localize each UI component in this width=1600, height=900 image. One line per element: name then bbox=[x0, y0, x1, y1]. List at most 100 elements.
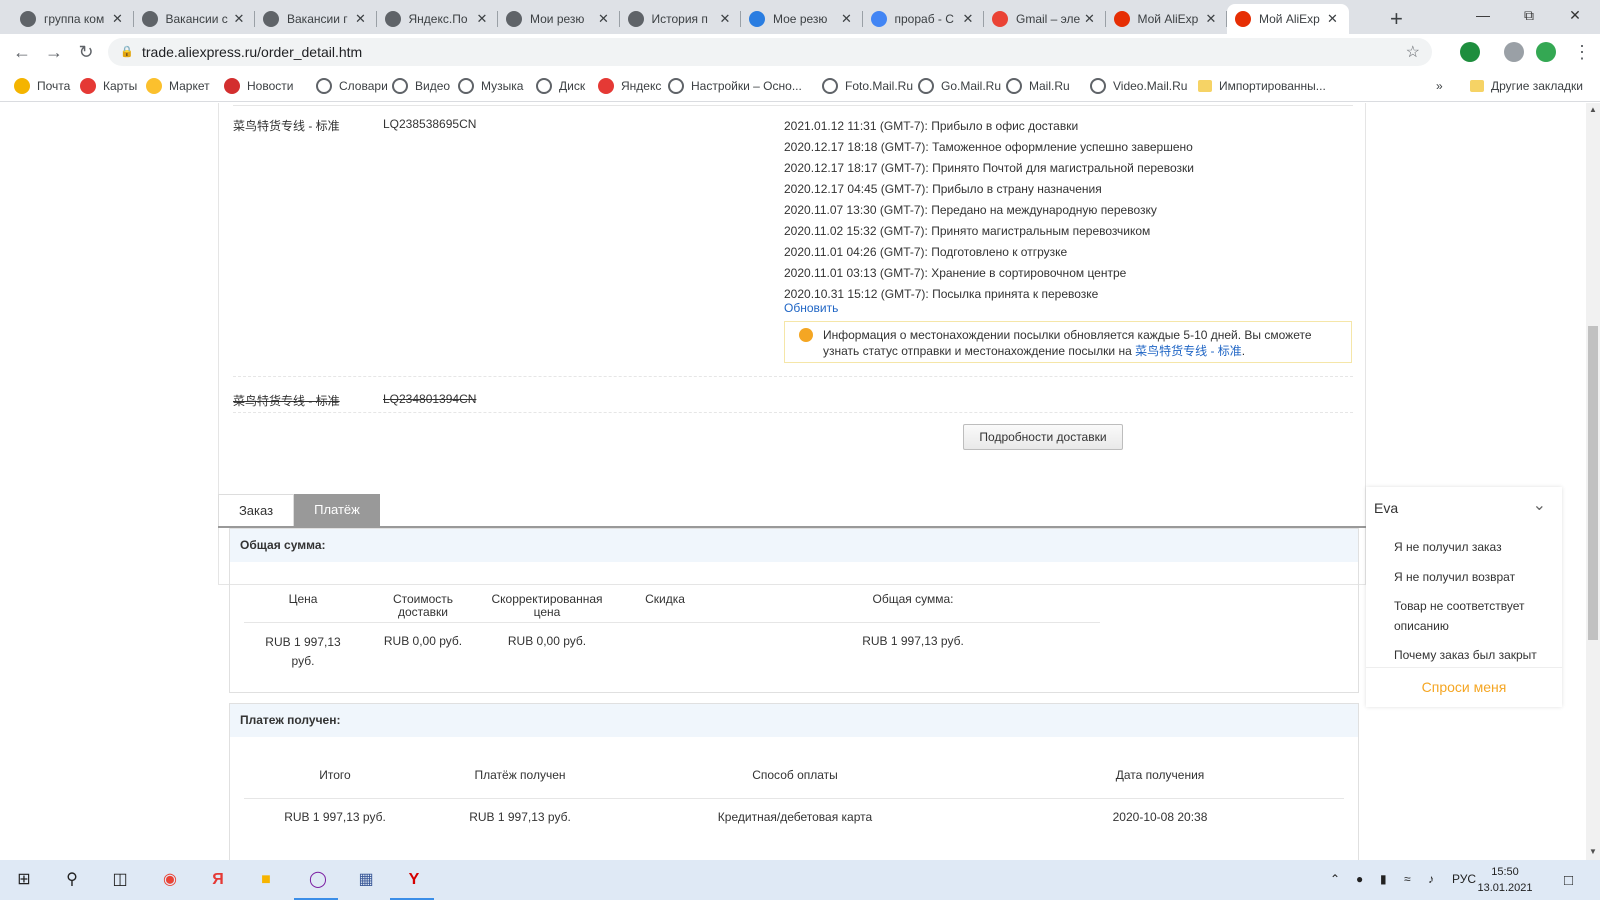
bookmark-label: Видео bbox=[415, 79, 451, 93]
browser-tab[interactable]: прораб - С ✕ bbox=[863, 4, 985, 34]
restore-button[interactable]: ⧉ bbox=[1506, 0, 1552, 30]
shipping-details-button[interactable]: Подробности доставки bbox=[963, 424, 1123, 450]
close-tab-icon[interactable]: ✕ bbox=[717, 11, 733, 27]
file-explorer-icon[interactable]: ■ bbox=[254, 868, 278, 892]
bookmarks-overflow-icon[interactable]: » bbox=[1436, 76, 1443, 96]
close-tab-icon[interactable]: ✕ bbox=[1325, 11, 1341, 27]
profile-icon[interactable] bbox=[1504, 42, 1524, 62]
bookmark-item[interactable]: Импортированны... bbox=[1198, 76, 1326, 96]
wifi-icon[interactable]: ≈ bbox=[1404, 872, 1411, 886]
close-tab-icon[interactable]: ✕ bbox=[1082, 11, 1098, 27]
info-text-end: . bbox=[1241, 344, 1246, 358]
bookmark-label: Яндекс bbox=[621, 79, 662, 93]
carrier-link[interactable]: 菜鸟特货专线 - 标准 bbox=[1135, 344, 1242, 358]
scrollbar-thumb[interactable] bbox=[1588, 326, 1598, 640]
tracking-event: 2020.12.17 04:45 (GMT-7): Прибыло в стра… bbox=[784, 182, 1102, 196]
bookmark-label: Foto.Mail.Ru bbox=[845, 79, 914, 93]
search-icon[interactable]: ⚲ bbox=[60, 868, 84, 892]
browser-tab[interactable]: Gmail – эле ✕ bbox=[984, 4, 1106, 34]
bookmark-item[interactable]: Почта bbox=[14, 76, 70, 96]
new-tab-button[interactable]: + bbox=[1390, 6, 1403, 32]
yandex-browser-alt-icon[interactable]: Y bbox=[402, 868, 426, 892]
lightbulb-icon bbox=[799, 328, 813, 342]
task-view-icon[interactable]: ◫ bbox=[108, 868, 132, 892]
browser-tab[interactable]: Вакансии г ✕ bbox=[255, 4, 377, 34]
battery-icon[interactable]: ▮ bbox=[1380, 872, 1387, 886]
bookmark-item[interactable]: Mail.Ru bbox=[1006, 76, 1070, 96]
bookmark-star-icon[interactable]: ☆ bbox=[1406, 42, 1420, 62]
shield-extension-icon[interactable] bbox=[1536, 42, 1556, 62]
menu-icon[interactable]: ⋮ bbox=[1570, 40, 1594, 64]
browser-tab[interactable]: Яндекс.По ✕ bbox=[377, 4, 499, 34]
close-tab-icon[interactable]: ✕ bbox=[839, 11, 855, 27]
adblock-extension-icon[interactable] bbox=[1460, 42, 1480, 62]
bookmark-item[interactable]: Маркет bbox=[146, 76, 210, 96]
minimize-button[interactable]: — bbox=[1460, 0, 1506, 30]
close-tab-icon[interactable]: ✕ bbox=[110, 11, 126, 27]
yandex-icon[interactable]: Я bbox=[206, 868, 230, 892]
col-header-price: Цена bbox=[288, 592, 318, 606]
microphone-icon[interactable]: ● bbox=[1356, 872, 1363, 886]
system-clock[interactable]: 15:50 13.01.2021 bbox=[1476, 864, 1534, 896]
bookmark-item[interactable]: Настройки – Осно... bbox=[668, 76, 802, 96]
clock-time: 15:50 bbox=[1491, 866, 1519, 878]
tab-payment[interactable]: Платёж bbox=[294, 494, 380, 526]
news-icon bbox=[224, 78, 240, 94]
divider bbox=[233, 376, 1353, 377]
chat-question[interactable]: Товар не соответствует описанию bbox=[1394, 596, 1554, 636]
tab-title: История п bbox=[651, 12, 708, 26]
close-tab-icon[interactable]: ✕ bbox=[596, 11, 612, 27]
show-hidden-icons-icon[interactable]: ⌃ bbox=[1330, 872, 1340, 886]
bookmark-item[interactable]: Словари bbox=[316, 76, 388, 96]
bookmark-item[interactable]: Яндекс bbox=[598, 76, 661, 96]
back-icon[interactable]: ← bbox=[10, 40, 34, 64]
chevron-down-icon[interactable]: ⌄ bbox=[1533, 495, 1546, 515]
close-tab-icon[interactable]: ✕ bbox=[474, 11, 490, 27]
bookmark-label: Настройки – Осно... bbox=[691, 79, 802, 93]
close-tab-icon[interactable]: ✕ bbox=[353, 11, 369, 27]
globe-icon bbox=[263, 11, 279, 27]
chat-question[interactable]: Я не получил возврат bbox=[1394, 567, 1554, 587]
browser-tab[interactable]: группа ком ✕ bbox=[12, 4, 134, 34]
chat-question[interactable]: Почему заказ был закрыт bbox=[1394, 645, 1554, 665]
yandex-browser-icon[interactable]: ◯ bbox=[306, 868, 330, 892]
scroll-up-icon[interactable]: ▲ bbox=[1588, 105, 1598, 114]
calculator-icon[interactable]: ▦ bbox=[354, 868, 378, 892]
ask-me-button[interactable]: Спроси меня bbox=[1366, 667, 1562, 707]
close-tab-icon[interactable]: ✕ bbox=[1203, 11, 1219, 27]
tab-title: прораб - С bbox=[894, 12, 954, 26]
bookmark-item[interactable]: Новости bbox=[224, 76, 293, 96]
bookmark-item[interactable]: Foto.Mail.Ru bbox=[822, 76, 913, 96]
close-window-button[interactable]: ✕ bbox=[1552, 0, 1598, 30]
chrome-icon[interactable]: ◉ bbox=[158, 868, 182, 892]
windows-start-icon[interactable]: ⊞ bbox=[12, 868, 36, 892]
browser-tab[interactable]: Мой AliExp ✕ bbox=[1106, 4, 1228, 34]
value-payment-received: RUB 1 997,13 руб. bbox=[469, 810, 571, 824]
forward-icon[interactable]: → bbox=[42, 40, 66, 64]
notifications-icon[interactable]: □ bbox=[1564, 872, 1573, 889]
bookmark-item[interactable]: Музыка bbox=[458, 76, 523, 96]
chat-question[interactable]: Я не получил заказ bbox=[1394, 537, 1554, 557]
bookmark-item[interactable]: Диск bbox=[536, 76, 585, 96]
browser-tab[interactable]: Мои резю ✕ bbox=[498, 4, 620, 34]
page-scrollbar[interactable]: ▲ ▼ bbox=[1586, 103, 1600, 860]
bookmark-item[interactable]: Карты bbox=[80, 76, 137, 96]
refresh-link[interactable]: Обновить bbox=[784, 301, 838, 315]
address-bar[interactable]: 🔒 trade.aliexpress.ru/order_detail.htm ☆ bbox=[108, 38, 1432, 66]
language-indicator[interactable]: РУС bbox=[1452, 872, 1476, 886]
browser-tab[interactable]: Вакансии с ✕ bbox=[134, 4, 256, 34]
reload-icon[interactable]: ↻ bbox=[74, 40, 98, 64]
browser-tab[interactable]: Мое резю ✕ bbox=[741, 4, 863, 34]
scroll-down-icon[interactable]: ▼ bbox=[1588, 847, 1598, 856]
close-tab-icon[interactable]: ✕ bbox=[960, 11, 976, 27]
browser-tab[interactable]: Мой AliExp ✕ bbox=[1227, 4, 1349, 34]
browser-tab[interactable]: История п ✕ bbox=[620, 4, 742, 34]
tab-order[interactable]: Заказ bbox=[218, 494, 294, 526]
other-bookmarks[interactable]: Другие закладки bbox=[1470, 76, 1583, 96]
close-tab-icon[interactable]: ✕ bbox=[231, 11, 247, 27]
tab-title: Мое резю bbox=[773, 12, 828, 26]
bookmark-item[interactable]: Go.Mail.Ru bbox=[918, 76, 1001, 96]
volume-icon[interactable]: ♪ bbox=[1428, 872, 1434, 886]
bookmark-item[interactable]: Video.Mail.Ru bbox=[1090, 76, 1187, 96]
bookmark-item[interactable]: Видео bbox=[392, 76, 450, 96]
